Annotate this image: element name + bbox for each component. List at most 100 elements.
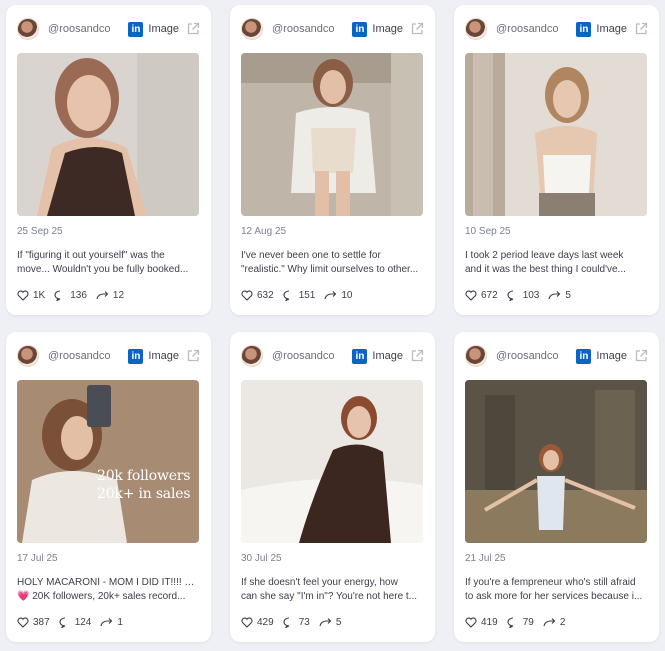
reposts-stat: 10 bbox=[324, 290, 353, 301]
post-image[interactable] bbox=[241, 380, 423, 543]
post-caption[interactable]: If she doesn't feel your energy, how can… bbox=[241, 576, 424, 604]
post-image[interactable]: 20k followers 20k+ in sales bbox=[17, 380, 199, 543]
comments-stat: 79 bbox=[507, 617, 534, 628]
author-handle[interactable]: @roosandco bbox=[48, 23, 128, 35]
author-handle[interactable]: @roosandco bbox=[272, 23, 352, 35]
post-stats: 672 103 5 bbox=[465, 290, 648, 301]
repost-icon bbox=[324, 291, 337, 300]
repost-icon bbox=[319, 618, 332, 627]
comments-stat: 103 bbox=[507, 290, 540, 301]
avatar[interactable] bbox=[17, 18, 39, 40]
reposts-stat: 2 bbox=[543, 617, 565, 628]
reposts-stat: 5 bbox=[319, 617, 342, 628]
avatar[interactable] bbox=[241, 345, 263, 367]
caption-line: HOLY MACARONI - MOM I DID IT!!!! 😆 😭 bbox=[17, 577, 200, 588]
post-card[interactable]: @roosandco in Image 20k followers 20k+ i… bbox=[6, 332, 211, 642]
post-stats: 429 73 5 bbox=[241, 617, 424, 628]
post-caption[interactable]: If "figuring it out yourself" was the mo… bbox=[17, 249, 200, 277]
post-date: 30 Jul 25 bbox=[241, 553, 282, 564]
comments-count: 124 bbox=[74, 617, 92, 628]
comments-stat: 151 bbox=[283, 290, 315, 301]
post-card[interactable]: @roosandco in Image 30 Jul 25 If she doe… bbox=[230, 332, 435, 642]
reposts-stat: 1 bbox=[100, 617, 123, 628]
repost-icon bbox=[543, 618, 556, 627]
media-type-label: Image bbox=[372, 350, 403, 362]
reposts-stat: 12 bbox=[96, 290, 124, 301]
author-handle[interactable]: @roosandco bbox=[48, 350, 128, 362]
post-grid: @roosandco in Image 25 Sep 25 If "figuri… bbox=[6, 5, 659, 642]
post-caption[interactable]: I've never been one to settle for "reali… bbox=[241, 249, 424, 277]
heart-icon bbox=[241, 617, 253, 628]
likes-count: 419 bbox=[481, 617, 498, 628]
author-handle[interactable]: @roosandco bbox=[496, 350, 576, 362]
external-link-icon[interactable] bbox=[634, 349, 648, 363]
post-stats: 1K 136 12 bbox=[17, 290, 200, 301]
likes-count: 632 bbox=[257, 290, 274, 301]
comment-icon bbox=[283, 617, 289, 628]
avatar[interactable] bbox=[465, 345, 487, 367]
author-handle[interactable]: @roosandco bbox=[496, 23, 576, 35]
comment-icon bbox=[59, 617, 65, 628]
image-overlay-text: 20k followers 20k+ in sales bbox=[97, 467, 191, 503]
repost-icon bbox=[100, 618, 113, 627]
post-caption[interactable]: I took 2 period leave days last week and… bbox=[465, 249, 648, 277]
card-header: @roosandco in Image bbox=[17, 344, 200, 368]
reposts-count: 1 bbox=[117, 617, 123, 628]
likes-count: 387 bbox=[33, 617, 50, 628]
caption-line: I've never been one to settle for bbox=[241, 250, 381, 261]
heart-icon bbox=[17, 290, 29, 301]
post-card[interactable]: @roosandco in Image 10 Sep 25 I took 2 p… bbox=[454, 5, 659, 315]
external-link-icon[interactable] bbox=[634, 22, 648, 36]
avatar[interactable] bbox=[17, 345, 39, 367]
post-date: 10 Sep 25 bbox=[465, 226, 511, 237]
post-image[interactable] bbox=[465, 380, 647, 543]
comments-count: 73 bbox=[298, 617, 310, 628]
post-card[interactable]: @roosandco in Image 12 Aug 25 I've never… bbox=[230, 5, 435, 315]
author-handle[interactable]: @roosandco bbox=[272, 350, 352, 362]
caption-line: move... Wouldn't you be fully booked... bbox=[17, 264, 189, 275]
post-caption[interactable]: HOLY MACARONI - MOM I DID IT!!!! 😆 😭 💗 2… bbox=[17, 576, 200, 604]
caption-line: to ask more for her services because i..… bbox=[465, 591, 643, 602]
comments-count: 103 bbox=[522, 290, 540, 301]
likes-count: 672 bbox=[481, 290, 498, 301]
reposts-count: 5 bbox=[335, 617, 342, 628]
linkedin-icon: in bbox=[352, 21, 368, 37]
post-image[interactable] bbox=[465, 53, 647, 216]
media-type-label: Image bbox=[596, 350, 627, 362]
comment-icon bbox=[507, 617, 513, 628]
caption-line: If "figuring it out yourself" was the bbox=[17, 250, 165, 261]
external-link-icon[interactable] bbox=[410, 22, 424, 36]
post-image[interactable] bbox=[17, 53, 199, 216]
post-card[interactable]: @roosandco in Image 21 Jul 25 If you're … bbox=[454, 332, 659, 642]
repost-icon bbox=[548, 291, 561, 300]
likes-stat: 419 bbox=[465, 617, 498, 628]
likes-count: 1K bbox=[33, 290, 46, 301]
external-link-icon[interactable] bbox=[410, 349, 424, 363]
linkedin-icon: in bbox=[128, 348, 144, 364]
reposts-count: 5 bbox=[565, 290, 571, 301]
reposts-count: 10 bbox=[341, 290, 353, 301]
reposts-stat: 5 bbox=[548, 290, 571, 301]
linkedin-icon: in bbox=[352, 348, 368, 364]
likes-stat: 429 bbox=[241, 617, 274, 628]
post-stats: 632 151 10 bbox=[241, 290, 424, 301]
avatar[interactable] bbox=[241, 18, 263, 40]
external-link-icon[interactable] bbox=[186, 22, 200, 36]
comments-stat: 136 bbox=[54, 290, 87, 301]
card-header: @roosandco in Image bbox=[241, 344, 424, 368]
avatar[interactable] bbox=[465, 18, 487, 40]
comments-stat: 73 bbox=[283, 617, 310, 628]
likes-stat: 672 bbox=[465, 290, 498, 301]
linkedin-icon: in bbox=[576, 348, 592, 364]
post-date: 21 Jul 25 bbox=[465, 553, 506, 564]
caption-line: I took 2 period leave days last week bbox=[465, 250, 624, 261]
caption-line: "realistic." Why limit ourselves to othe… bbox=[241, 264, 419, 275]
post-caption[interactable]: If you're a fempreneur who's still afrai… bbox=[465, 576, 648, 604]
linkedin-icon: in bbox=[576, 21, 592, 37]
overlay-line: 20k+ in sales bbox=[97, 486, 191, 502]
comment-icon bbox=[54, 290, 61, 301]
post-image[interactable] bbox=[241, 53, 423, 216]
comments-stat: 124 bbox=[59, 617, 92, 628]
external-link-icon[interactable] bbox=[186, 349, 200, 363]
post-card[interactable]: @roosandco in Image 25 Sep 25 If "figuri… bbox=[6, 5, 211, 315]
